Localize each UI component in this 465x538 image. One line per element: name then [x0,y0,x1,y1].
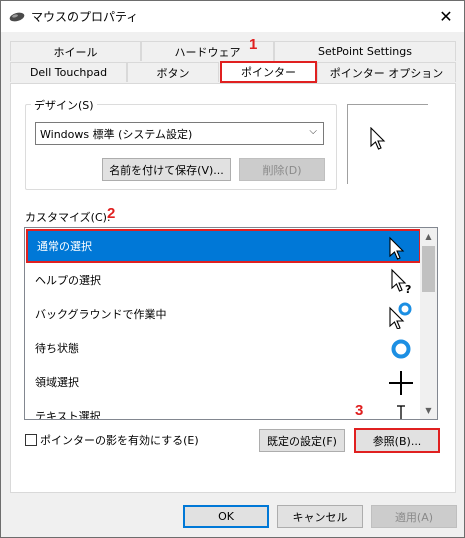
annotation-marker-3: 3 [355,402,364,419]
list-item-working-in-background[interactable]: バックグラウンドで作業中 [26,297,421,331]
use-default-button[interactable]: 既定の設定(F) [259,429,345,452]
tab-buttons[interactable]: ボタン [127,62,219,82]
precision-select-cursor-icon [389,371,413,395]
list-item-label: ヘルプの選択 [35,274,101,287]
tab-dell-touchpad[interactable]: Dell Touchpad [10,62,127,82]
scheme-value: Windows 標準 (システム設定) [40,127,193,141]
chevron-down-icon: ⌵ [309,126,317,137]
tab-label: ポインター [241,66,296,79]
tab-label: SetPoint Settings [318,45,412,58]
title-bar: マウスのプロパティ ✕ [1,1,464,32]
pointer-shadow-checkbox[interactable] [25,434,37,446]
text-select-cursor-icon [397,405,405,419]
mouse-icon [9,12,25,21]
mouse-properties-window: マウスのプロパティ ✕ ホイール ハードウェア SetPoint Setting… [0,0,465,538]
list-item-label: 領域選択 [35,376,79,389]
cursor-preview [347,104,428,184]
tab-setpoint-settings[interactable]: SetPoint Settings [274,41,456,61]
apply-button[interactable]: 適用(A) [371,505,457,528]
list-item-help-select[interactable]: ヘルプの選択 ? [26,263,421,297]
help-select-cursor-icon: ? [391,268,411,295]
busy-cursor-icon [391,339,411,359]
save-as-button[interactable]: 名前を付けて保存(V)... [102,158,231,181]
list-item-label: 待ち状態 [35,342,79,355]
list-item-precision-select[interactable]: 領域選択 [26,365,421,399]
tab-label: Dell Touchpad [29,66,108,79]
pointer-shadow-label: ポインターの影を有効にする(E) [40,434,199,447]
scroll-up-icon[interactable]: ▲ [420,228,437,245]
list-item-label: テキスト選択 [35,410,101,420]
list-item-busy[interactable]: 待ち状態 [26,331,421,365]
tab-wheel[interactable]: ホイール [10,41,141,61]
cursor-list[interactable]: 通常の選択 ヘルプの選択 ? バックグラウンドで作業中 待ち状態 領域選択 テキ… [24,227,438,420]
close-icon: ✕ [439,6,453,26]
normal-select-cursor-icon [389,236,405,260]
window-title: マウスのプロパティ [31,10,139,24]
tab-pointer-options[interactable]: ポインター オプション [317,62,456,82]
list-item-label: 通常の選択 [37,240,92,253]
list-scrollbar[interactable]: ▲ ▼ [420,228,437,419]
arrow-cursor-icon [370,127,386,150]
scroll-down-icon[interactable]: ▼ [420,402,437,419]
tab-label: ハードウェア [174,45,241,59]
scheme-dropdown[interactable]: Windows 標準 (システム設定) ⌵ [35,122,324,145]
list-item-normal-select[interactable]: 通常の選択 [26,229,421,263]
tab-label: ポインター オプション [329,66,444,80]
delete-button[interactable]: 削除(D) [239,158,325,181]
pointer-shadow-checkbox-row[interactable]: ポインターの影を有効にする(E) [25,432,199,448]
tab-label: ホイール [53,45,98,59]
scroll-thumb[interactable] [422,246,435,292]
close-button[interactable]: ✕ [434,5,458,27]
list-item-label: バックグラウンドで作業中 [35,308,167,321]
browse-button[interactable]: 参照(B)... [354,428,440,453]
cancel-button[interactable]: キャンセル [277,505,363,528]
customize-label: カスタマイズ(C): [25,211,111,224]
ok-button[interactable]: OK [183,505,269,528]
design-group-label: デザイン(S) [31,97,97,113]
working-in-background-cursor-icon [389,302,412,329]
svg-text:?: ? [405,283,411,295]
tab-label: ボタン [156,66,190,80]
tab-pointers[interactable]: ポインター [220,61,317,83]
annotation-marker-1: 1 [249,36,258,53]
annotation-marker-2: 2 [107,205,116,222]
